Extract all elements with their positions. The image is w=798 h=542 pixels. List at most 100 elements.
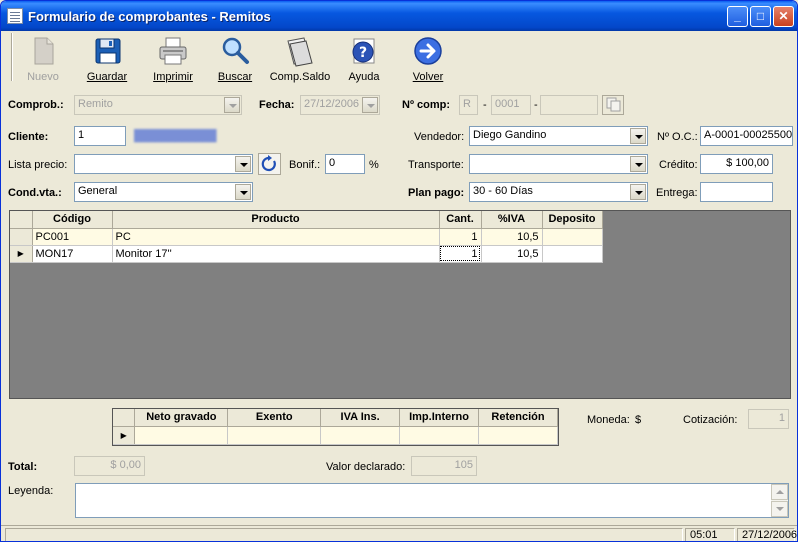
imprimir-label: Imprimir <box>153 71 193 83</box>
cell-codigo[interactable]: MON17 <box>32 245 113 263</box>
buscar-label: Buscar <box>217 71 253 83</box>
cell-neto-gravado[interactable] <box>134 426 229 445</box>
chevron-down-icon[interactable] <box>235 156 251 172</box>
volver-button[interactable]: Volver <box>396 33 460 87</box>
entrega-field[interactable] <box>700 182 773 202</box>
ncomp-dash: - <box>534 99 538 111</box>
moneda-label: Moneda: <box>587 414 630 426</box>
title-bar[interactable]: Formulario de comprobantes - Remitos _ □… <box>1 1 797 31</box>
minimize-button[interactable]: _ <box>727 6 748 27</box>
table-row[interactable]: ▶ <box>113 426 558 445</box>
items-grid[interactable]: Código Producto Cant. %IVA Deposito PC00… <box>9 210 791 399</box>
cotizacion-field[interactable]: 1 <box>748 409 789 429</box>
ayuda-label: Ayuda <box>348 71 380 83</box>
chevron-down-icon[interactable] <box>630 184 646 200</box>
col-imp-interno[interactable]: Imp.Interno <box>399 409 479 427</box>
refresh-button[interactable] <box>258 153 281 175</box>
current-row-arrow-icon[interactable]: ▶ <box>10 245 33 263</box>
svg-text:?: ? <box>359 45 367 61</box>
fecha-picker[interactable]: 27/12/2006 <box>300 95 380 115</box>
comprob-select[interactable]: Remito <box>74 95 242 115</box>
credito-label: Crédito: <box>659 159 698 171</box>
cell-retencion[interactable] <box>478 426 558 445</box>
cell-producto[interactable]: PC <box>112 228 440 246</box>
status-bar: 05:01 p.m. 27/12/2006 <box>1 525 797 541</box>
cell-imp-interno[interactable] <box>399 426 479 445</box>
col-deposito[interactable]: Deposito <box>542 211 603 229</box>
col-cant[interactable]: Cant. <box>439 211 482 229</box>
chevron-down-icon[interactable] <box>630 156 646 172</box>
total-field[interactable]: $ 0,00 <box>74 456 145 476</box>
scroll-down-icon[interactable] <box>771 501 788 517</box>
noc-label: Nº O.C.: <box>657 131 698 143</box>
leyenda-scrollbar[interactable] <box>771 484 788 517</box>
cell-iva-ins[interactable] <box>320 426 401 445</box>
cell-iva[interactable]: 10,5 <box>481 228 543 246</box>
cell-iva[interactable]: 10,5 <box>481 245 543 263</box>
cell-producto[interactable]: Monitor 17'' <box>112 245 440 263</box>
chevron-down-icon[interactable] <box>362 97 378 113</box>
credito-field[interactable]: $ 100,00 <box>700 154 773 174</box>
moneda-value: $ <box>635 414 642 426</box>
cell-cant[interactable]: 1 <box>439 228 482 246</box>
comp-saldo-label: Comp.Saldo <box>269 71 331 83</box>
cond-vta-select[interactable]: General <box>74 182 253 202</box>
col-neto-gravado[interactable]: Neto gravado <box>134 409 229 427</box>
noc-field[interactable]: A-0001-00025500 <box>700 126 793 146</box>
cliente-code-field[interactable]: 1 <box>74 126 126 146</box>
col-producto[interactable]: Producto <box>112 211 440 229</box>
items-header-row: Código Producto Cant. %IVA Deposito <box>10 211 603 229</box>
window-title: Formulario de comprobantes - Remitos <box>28 9 271 24</box>
cell-deposito[interactable] <box>542 245 603 263</box>
vendedor-select[interactable]: Diego Gandino <box>469 126 648 146</box>
chevron-down-icon[interactable] <box>224 97 240 113</box>
ncomp-number-field[interactable] <box>540 95 598 115</box>
transporte-select[interactable] <box>469 154 648 174</box>
imprimir-button[interactable]: Imprimir <box>141 33 205 87</box>
row-selector[interactable] <box>10 228 33 246</box>
maximize-button[interactable]: □ <box>750 6 771 27</box>
current-row-arrow-icon[interactable]: ▶ <box>113 426 136 445</box>
ayuda-button[interactable]: ? Ayuda <box>332 33 396 87</box>
cell-codigo[interactable]: PC001 <box>32 228 113 246</box>
plan-pago-value: 30 - 60 Días <box>473 185 533 197</box>
col-iva[interactable]: %IVA <box>481 211 543 229</box>
valor-declarado-field[interactable]: 105 <box>411 456 477 476</box>
col-retencion[interactable]: Retención <box>478 409 558 427</box>
cell-cant[interactable]: 1 <box>439 245 482 263</box>
totals-table: Neto gravado Exento IVA Ins. Imp.Interno… <box>113 409 558 445</box>
comp-saldo-button[interactable]: Comp.Saldo <box>268 33 332 87</box>
comprob-value: Remito <box>78 98 113 110</box>
plan-pago-label: Plan pago: <box>408 187 465 199</box>
status-message <box>5 528 683 541</box>
table-row[interactable]: PC001 PC 1 10,5 <box>10 228 603 246</box>
fecha-label: Fecha: <box>259 99 295 111</box>
col-iva-ins[interactable]: IVA Ins. <box>320 409 401 427</box>
cell-deposito[interactable] <box>542 228 603 246</box>
ncomp-point-field[interactable]: 0001 <box>491 95 531 115</box>
cell-exento[interactable] <box>227 426 322 445</box>
total-label: Total: <box>8 461 38 473</box>
lista-precio-select[interactable] <box>74 154 253 174</box>
chevron-down-icon[interactable] <box>630 128 646 144</box>
copy-button[interactable] <box>602 95 624 115</box>
guardar-button[interactable]: Guardar <box>75 33 139 87</box>
status-date: 27/12/2006 <box>737 528 797 541</box>
col-exento[interactable]: Exento <box>227 409 322 427</box>
buscar-button[interactable]: Buscar <box>203 33 267 87</box>
bonif-field[interactable]: 0 <box>325 154 365 174</box>
leyenda-textarea[interactable] <box>75 483 789 518</box>
ncomp-letter-field[interactable]: R <box>459 95 478 115</box>
nuevo-button[interactable]: Nuevo <box>11 33 75 87</box>
close-button[interactable]: ✕ <box>773 6 794 27</box>
row-selector-header <box>113 409 136 427</box>
main-window: Formulario de comprobantes - Remitos _ □… <box>0 0 798 542</box>
table-row[interactable]: ▶ MON17 Monitor 17'' 1 10,5 <box>10 245 603 263</box>
col-codigo[interactable]: Código <box>32 211 113 229</box>
plan-pago-select[interactable]: 30 - 60 Días <box>469 182 648 202</box>
totals-grid[interactable]: Neto gravado Exento IVA Ins. Imp.Interno… <box>112 408 559 446</box>
chevron-down-icon[interactable] <box>235 184 251 200</box>
new-document-icon <box>34 37 54 65</box>
cliente-name-blurred: ████████████ <box>134 130 217 142</box>
scroll-up-icon[interactable] <box>771 484 788 500</box>
